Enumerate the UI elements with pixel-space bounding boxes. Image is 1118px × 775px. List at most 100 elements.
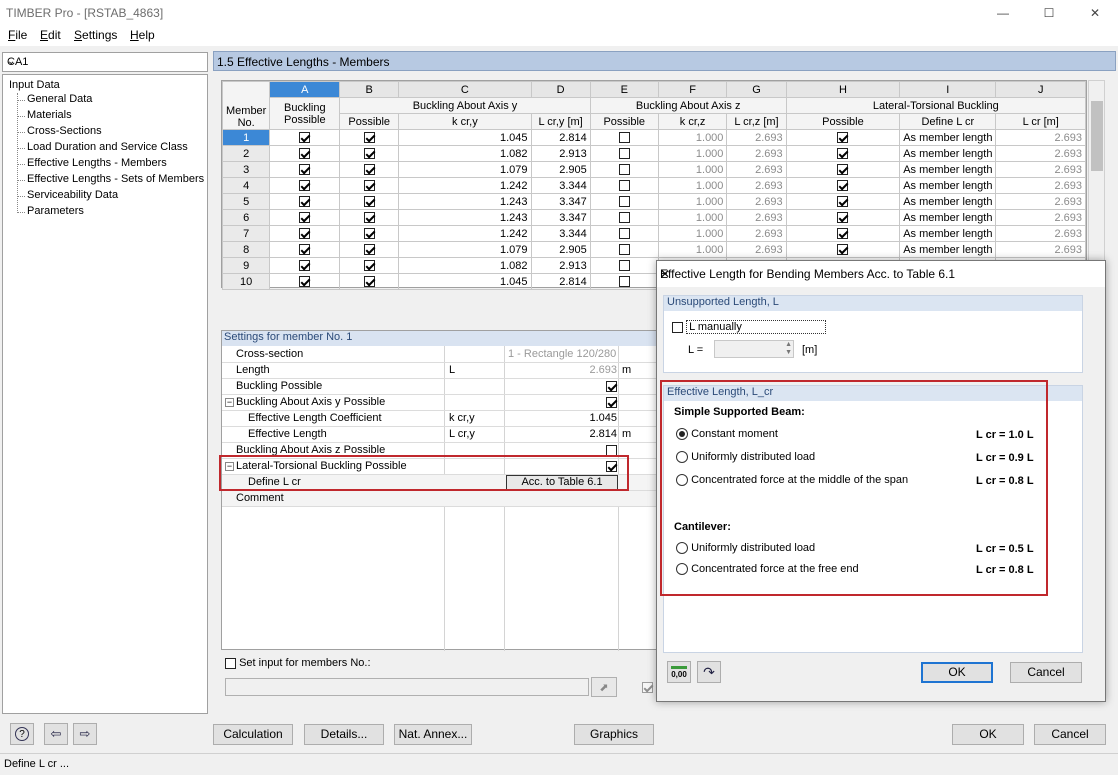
axis-z-possible-checkbox[interactable]: [589, 177, 659, 194]
define-lcr-cell[interactable]: As member length: [899, 193, 997, 210]
define-lcr-cell[interactable]: As member length: [899, 129, 997, 146]
table-scrollbar[interactable]: [1088, 80, 1105, 288]
dialog-cancel-button[interactable]: Cancel: [1010, 662, 1082, 683]
export-icon[interactable]: ⇨: [73, 723, 97, 745]
row-number[interactable]: 2: [221, 145, 271, 162]
settings-checkbox[interactable]: [505, 380, 617, 392]
buckling-possible-checkbox[interactable]: [269, 209, 341, 226]
set-input-checkbox[interactable]: [225, 657, 236, 669]
kcrz-cell[interactable]: 1.000: [657, 225, 728, 242]
pick-members-icon[interactable]: ⬈: [591, 677, 617, 697]
kcrz-cell[interactable]: 1.000: [657, 129, 728, 146]
tree-item-serviceability[interactable]: Serviceability Data: [27, 189, 118, 201]
details-button[interactable]: Details...: [304, 724, 384, 745]
scrollbar-thumb[interactable]: [1091, 101, 1103, 171]
axis-y-possible-checkbox[interactable]: [339, 257, 400, 274]
lcrz-cell[interactable]: 2.693: [726, 225, 787, 242]
axis-z-possible-checkbox[interactable]: [589, 129, 659, 146]
ok-button[interactable]: OK: [952, 724, 1024, 745]
close-icon[interactable]: ✕: [1072, 0, 1118, 26]
define-lcr-cell[interactable]: As member length: [899, 209, 997, 226]
graphics-button[interactable]: Graphics: [574, 724, 654, 745]
buckling-possible-checkbox[interactable]: [269, 257, 341, 274]
col-letter-b[interactable]: B: [339, 81, 400, 98]
tree-item-load-duration[interactable]: Load Duration and Service Class: [27, 141, 188, 153]
row-number[interactable]: 5: [221, 193, 271, 210]
dialog-ok-button[interactable]: OK: [921, 662, 993, 683]
manual-length-checkbox[interactable]: [672, 321, 683, 333]
lcr-cell[interactable]: 2.693: [995, 129, 1086, 146]
import-icon[interactable]: ⇦: [44, 723, 68, 745]
kcry-cell[interactable]: 1.243: [398, 193, 532, 210]
axis-z-possible-checkbox[interactable]: [589, 209, 659, 226]
lcry-cell[interactable]: 2.905: [530, 241, 591, 258]
settings-value[interactable]: 2.814: [505, 428, 617, 440]
lcrz-cell[interactable]: 2.693: [726, 241, 787, 258]
kcrz-cell[interactable]: 1.000: [657, 145, 728, 162]
menu-file[interactable]: File: [8, 28, 27, 42]
axis-z-possible-checkbox[interactable]: [589, 273, 659, 290]
axis-z-possible-checkbox[interactable]: [589, 193, 659, 210]
axis-y-possible-checkbox[interactable]: [339, 193, 400, 210]
tree-item-parameters[interactable]: Parameters: [27, 205, 84, 217]
col-letter-e[interactable]: E: [589, 81, 659, 98]
ltb-possible-checkbox[interactable]: [785, 241, 901, 258]
lcr-cell[interactable]: 2.693: [995, 145, 1086, 162]
axis-z-possible-checkbox[interactable]: [589, 161, 659, 178]
col-letter-j[interactable]: J: [995, 81, 1086, 98]
kcry-cell[interactable]: 1.045: [398, 273, 532, 290]
axis-z-possible-checkbox[interactable]: [589, 241, 659, 258]
manual-length-option[interactable]: L manually: [672, 320, 827, 334]
lcrz-cell[interactable]: 2.693: [726, 209, 787, 226]
buckling-possible-checkbox[interactable]: [269, 225, 341, 242]
buckling-possible-checkbox[interactable]: [269, 177, 341, 194]
lcr-cell[interactable]: 2.693: [995, 225, 1086, 242]
dialog-close-icon[interactable]: ✕: [660, 267, 1097, 281]
col-letter-f[interactable]: F: [657, 81, 728, 98]
kcry-cell[interactable]: 1.045: [398, 129, 532, 146]
tree-item-effective-lengths-members[interactable]: Effective Lengths - Members: [27, 157, 167, 169]
kcrz-cell[interactable]: 1.000: [657, 241, 728, 258]
kcry-cell[interactable]: 1.082: [398, 257, 532, 274]
tree-root-input-data[interactable]: Input Data: [9, 79, 60, 91]
ltb-possible-checkbox[interactable]: [785, 161, 901, 178]
kcrz-cell[interactable]: 1.000: [657, 161, 728, 178]
maximize-icon[interactable]: ☐: [1026, 0, 1072, 26]
define-lcr-cell[interactable]: As member length: [899, 225, 997, 242]
settings-value[interactable]: 1 - Rectangle 120/280: [508, 348, 620, 360]
define-lcr-cell[interactable]: As member length: [899, 177, 997, 194]
minimize-icon[interactable]: —: [980, 0, 1026, 26]
kcry-cell[interactable]: 1.243: [398, 209, 532, 226]
menu-help[interactable]: Help: [130, 28, 155, 42]
col-letter-a[interactable]: A: [269, 81, 341, 98]
kcry-cell[interactable]: 1.079: [398, 161, 532, 178]
calculation-button[interactable]: Calculation: [213, 724, 293, 745]
l-input[interactable]: ▲ ▼: [714, 340, 794, 358]
axis-y-possible-checkbox[interactable]: [339, 225, 400, 242]
buckling-possible-checkbox[interactable]: [269, 145, 341, 162]
lcry-cell[interactable]: 3.347: [530, 193, 591, 210]
kcry-cell[interactable]: 1.242: [398, 177, 532, 194]
col-letter-h[interactable]: H: [785, 81, 901, 98]
lcr-cell[interactable]: 2.693: [995, 209, 1086, 226]
axis-y-possible-checkbox[interactable]: [339, 177, 400, 194]
buckling-possible-checkbox[interactable]: [269, 161, 341, 178]
lcry-cell[interactable]: 3.344: [530, 225, 591, 242]
lcry-cell[interactable]: 3.347: [530, 209, 591, 226]
row-number[interactable]: 9: [221, 257, 271, 274]
settings-value[interactable]: 1.045: [505, 412, 617, 424]
ltb-possible-checkbox[interactable]: [785, 145, 901, 162]
tree-item-materials[interactable]: Materials: [27, 109, 72, 121]
lcry-cell[interactable]: 2.913: [530, 145, 591, 162]
lcrz-cell[interactable]: 2.693: [726, 145, 787, 162]
kcrz-cell[interactable]: 1.000: [657, 193, 728, 210]
reset-icon[interactable]: ↷: [697, 661, 721, 683]
axis-y-possible-checkbox[interactable]: [339, 209, 400, 226]
lcr-cell[interactable]: 2.693: [995, 177, 1086, 194]
col-letter-g[interactable]: G: [726, 81, 787, 98]
set-input-field[interactable]: [225, 678, 589, 696]
axis-y-possible-checkbox[interactable]: [339, 241, 400, 258]
ltb-possible-checkbox[interactable]: [785, 225, 901, 242]
kcrz-cell[interactable]: 1.000: [657, 209, 728, 226]
col-letter-i[interactable]: I: [899, 81, 997, 98]
